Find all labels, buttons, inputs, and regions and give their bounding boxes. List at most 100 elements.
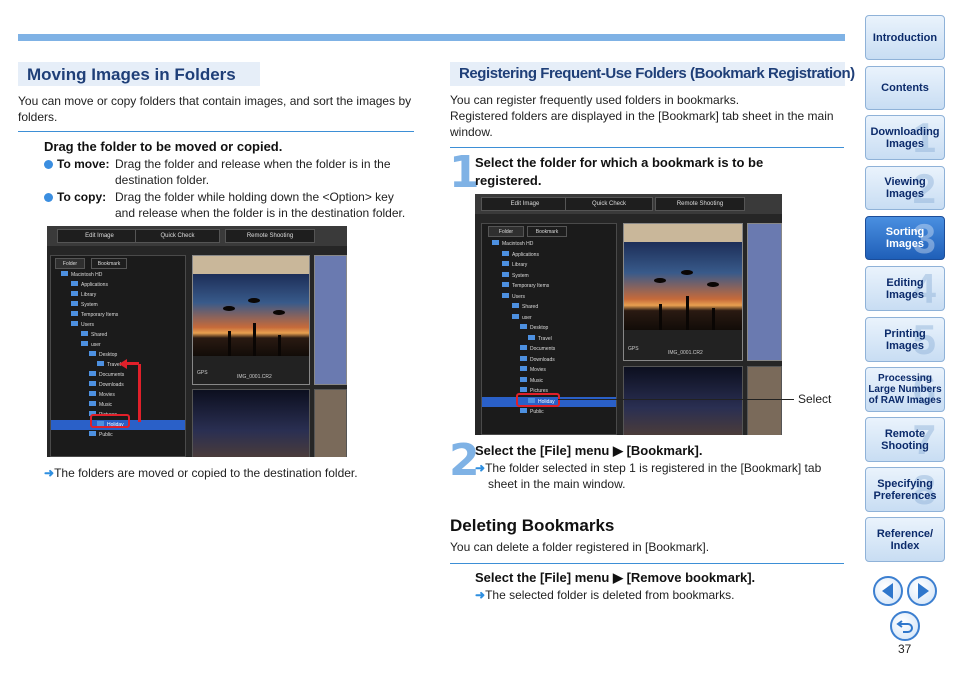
panel-tab-folder: Folder xyxy=(488,226,524,237)
image-thumbnail-partial xyxy=(747,366,782,435)
tab-quick-check: Quick Check xyxy=(135,229,220,243)
bullet-move-text2: destination folder. xyxy=(115,173,210,187)
folder-icon xyxy=(71,311,78,316)
tree-item: Temporary Items xyxy=(51,310,185,320)
nav-printing-images[interactable]: 5 Printing Images xyxy=(865,317,945,362)
step2-title: Select the [File] menu ▶ [Bookmark]. xyxy=(475,443,703,458)
tree-item: user xyxy=(482,313,616,323)
tab-remote-shooting: Remote Shooting xyxy=(655,197,745,211)
folder-icon xyxy=(89,381,96,386)
nav-contents[interactable]: Contents xyxy=(865,66,945,110)
nav-downloading-images[interactable]: 1 Downloading Images xyxy=(865,115,945,160)
tree-item: Downloads xyxy=(482,355,616,365)
folder-icon xyxy=(512,303,519,308)
folder-icon xyxy=(520,345,527,350)
bullet-dot-icon xyxy=(44,160,53,169)
thumbnail-caption: GPS IMG_0001.CR2 xyxy=(193,356,309,384)
divider xyxy=(18,131,414,132)
drag-arrow-icon xyxy=(119,359,127,369)
result-arrow-icon: ➜ xyxy=(44,466,55,480)
arrow-right-icon xyxy=(917,583,929,599)
delete-result: ➜The selected folder is deleted from boo… xyxy=(475,588,735,602)
callout-select: Select xyxy=(798,392,832,406)
tree-item: Movies xyxy=(51,390,185,400)
tree-item: Users xyxy=(51,320,185,330)
nav-introduction[interactable]: Introduction xyxy=(865,15,945,60)
result-arrow-icon: ➜ xyxy=(475,461,486,475)
return-button[interactable] xyxy=(890,611,920,641)
delete-step-title: Select the [File] menu ▶ [Remove bookmar… xyxy=(475,570,756,585)
nav-reference-index[interactable]: Reference/ Index xyxy=(865,517,945,562)
image-thumbnail-night xyxy=(623,366,743,435)
highlight-box xyxy=(90,414,130,428)
tree-item: Documents xyxy=(482,344,616,354)
thumbnail-caption: GPS IMG_0001.CR2 xyxy=(624,330,742,360)
nav-remote-shooting[interactable]: 7 Remote Shooting xyxy=(865,417,945,462)
prev-page-button[interactable] xyxy=(873,576,903,606)
gps-badge: GPS xyxy=(628,346,639,352)
folder-icon xyxy=(520,387,527,392)
tree-item: Macintosh HD xyxy=(482,239,616,249)
image-thumbnail-night xyxy=(192,389,310,457)
folder-icon xyxy=(97,361,104,366)
tree-item: Applications xyxy=(482,250,616,260)
section-heading-deleting: Deleting Bookmarks xyxy=(450,516,615,535)
tree-item: Movies xyxy=(482,365,616,375)
nav-sorting-images[interactable]: 3 Sorting Images xyxy=(865,216,945,260)
bullet-copy-text1: Drag the folder while holding down the <… xyxy=(115,190,394,204)
folder-icon xyxy=(89,431,96,436)
page-number: 37 xyxy=(898,642,912,656)
tab-edit-image: Edit Image xyxy=(57,229,142,243)
nav-editing-images[interactable]: 4 Editing Images xyxy=(865,266,945,311)
tree-item: Documents xyxy=(51,370,185,380)
nav-processing-raw[interactable]: 6 Processing Large Numbers of RAW Images xyxy=(865,367,945,412)
tree-item: Shared xyxy=(482,302,616,312)
section-heading-moving: Moving Images in Folders xyxy=(18,62,260,86)
divider xyxy=(450,147,844,148)
nav-viewing-images[interactable]: 2 Viewing Images xyxy=(865,166,945,210)
image-thumbnail-partial xyxy=(747,223,782,361)
tree-item: Library xyxy=(482,260,616,270)
folder-icon xyxy=(520,376,527,382)
nav-specifying-preferences[interactable]: 8 Specifying Preferences xyxy=(865,467,945,512)
tree-item: Applications xyxy=(51,280,185,290)
tab-quick-check: Quick Check xyxy=(565,197,653,211)
folder-icon xyxy=(528,334,535,340)
callout-line xyxy=(558,399,794,400)
tree-item: Library xyxy=(51,290,185,300)
tree-item: Music xyxy=(51,400,185,410)
bullet-move-text1: Drag the folder and release when the fol… xyxy=(115,157,391,171)
highlight-box xyxy=(516,393,560,407)
bullet-copy-text2: and release when the folder is in the de… xyxy=(115,206,406,220)
folder-icon xyxy=(71,291,78,296)
return-icon xyxy=(896,620,913,633)
step2-result-line1: ➜The folder selected in step 1 is regist… xyxy=(475,461,822,475)
moving-step-title: Drag the folder to be moved or copied. xyxy=(44,139,283,154)
tree-item: Desktop xyxy=(482,323,616,333)
image-thumbnail: GPS IMG_0001.CR2 xyxy=(192,255,310,385)
panel-tab-bookmark: Bookmark xyxy=(91,258,127,269)
folder-icon xyxy=(71,301,78,306)
section-heading-bookmark: Registering Frequent-Use Folders (Bookma… xyxy=(450,62,855,86)
tree-item: System xyxy=(51,300,185,310)
folder-icon xyxy=(502,271,509,277)
folder-icon xyxy=(492,240,499,245)
bullet-dot-icon xyxy=(44,193,53,202)
moving-intro: You can move or copy folders that contai… xyxy=(18,94,412,124)
image-thumbnail-partial xyxy=(314,255,347,385)
tree-item: Shared xyxy=(51,330,185,340)
tree-item: user xyxy=(51,340,185,350)
tree-item: Travel xyxy=(482,334,616,344)
tree-item: Macintosh HD xyxy=(51,270,185,280)
folder-icon xyxy=(89,351,96,356)
deleting-intro: You can delete a folder registered in [B… xyxy=(450,540,710,554)
moving-result: ➜The folders are moved or copied to the … xyxy=(44,466,358,480)
next-page-button[interactable] xyxy=(907,576,937,606)
screenshot-move-folder: Edit Image Quick Check Remote Shooting F… xyxy=(47,226,347,457)
tab-remote-shooting: Remote Shooting xyxy=(225,229,315,243)
folder-icon xyxy=(81,331,88,336)
tree-item: Downloads xyxy=(51,380,185,390)
divider xyxy=(450,563,844,564)
top-accent-bar xyxy=(18,34,845,41)
folder-icon xyxy=(89,391,96,396)
